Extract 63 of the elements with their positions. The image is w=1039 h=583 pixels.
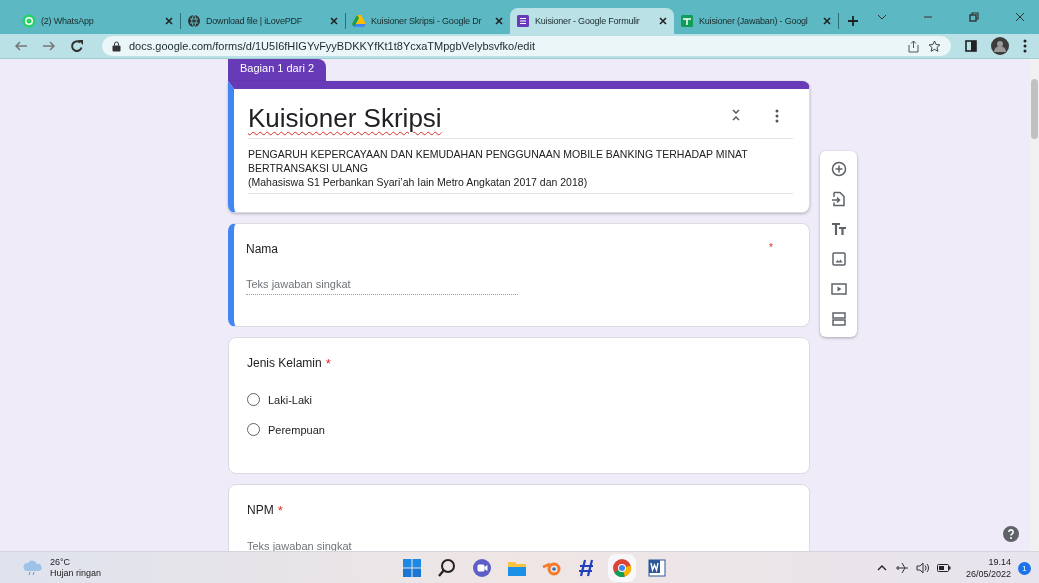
- close-icon[interactable]: [822, 16, 832, 26]
- windows-start-icon[interactable]: [402, 558, 422, 578]
- form-description[interactable]: PENGARUH KEPERCAYAAN DAN KEMUDAHAN PENGGUNAAN MOBILE BANKING TERHADAP MINAT BERTRANSAKSI ULANG (Mahasiswa S1 Perbankan Syari’ah Iain Metro Angkatan 2017 dan 2018): [248, 139, 793, 194]
- new-tab-icon[interactable]: [847, 15, 859, 27]
- more-icon[interactable]: [775, 109, 779, 123]
- triangle-icon: [352, 14, 366, 28]
- cloud-rain-icon: [22, 560, 44, 576]
- browser-tab[interactable]: Kuisioner - Google Formulir: [510, 8, 674, 34]
- clock-date[interactable]: 26/05/2022: [965, 568, 1011, 580]
- search-icon[interactable]: [437, 558, 457, 578]
- notification-badge[interactable]: 1: [1018, 561, 1031, 575]
- option-label: Laki-Laki: [268, 393, 313, 406]
- required-mark: *: [277, 503, 283, 518]
- address-field[interactable]: docs.google.com/forms/d/1U5I6fHIGYvFyyBDKKYfKt1t8YcxaTMpgbVelybsvfko/edit: [102, 36, 951, 56]
- share-icon[interactable]: [907, 39, 920, 53]
- browser-tab[interactable]: Kuisioner Skripsi - Google Dr: [346, 8, 510, 34]
- form-title[interactable]: Kuisioner Skripsi: [248, 103, 711, 134]
- battery-icon[interactable]: [936, 563, 951, 573]
- forward-icon[interactable]: [42, 39, 56, 53]
- form-icon: [516, 14, 530, 28]
- more-icon[interactable]: [1023, 39, 1027, 53]
- option-label: Perempuan: [268, 423, 325, 436]
- required-mark: *: [769, 242, 773, 253]
- question-title: Jenis Kelamin: [247, 356, 322, 370]
- temperature-label: 26°C: [50, 557, 72, 568]
- chat-icon[interactable]: [472, 558, 492, 578]
- add-question-icon[interactable]: [830, 161, 847, 177]
- image-icon[interactable]: [830, 251, 847, 267]
- close-icon[interactable]: [1015, 12, 1025, 22]
- word-icon[interactable]: [647, 558, 667, 578]
- close-icon[interactable]: [164, 16, 174, 26]
- side-panel-icon[interactable]: [965, 40, 977, 52]
- video-icon[interactable]: [830, 281, 847, 297]
- section-icon[interactable]: [830, 311, 847, 327]
- text-format-icon[interactable]: [830, 221, 847, 237]
- spreadsheet-icon: [680, 14, 694, 28]
- lock-icon: [112, 40, 121, 52]
- star-icon[interactable]: [928, 39, 941, 53]
- question-card[interactable]: Nama * Teks jawaban singkat: [228, 223, 810, 327]
- chevron-down-icon[interactable]: [877, 12, 887, 22]
- back-icon[interactable]: [14, 39, 28, 53]
- answer-field: Teks jawaban singkat: [246, 278, 518, 295]
- close-icon[interactable]: [658, 16, 668, 26]
- close-icon[interactable]: [494, 16, 504, 26]
- speaker-icon[interactable]: [915, 561, 930, 575]
- collapse-icon[interactable]: [731, 109, 741, 121]
- required-mark: *: [325, 356, 331, 371]
- browser-tab[interactable]: (2) WhatsApp: [16, 8, 180, 34]
- globe-icon: [187, 14, 201, 28]
- import-icon[interactable]: [830, 191, 847, 207]
- weather-label: Hujan ringan: [50, 568, 102, 579]
- question-title: Nama: [246, 242, 278, 256]
- reload-icon[interactable]: [70, 39, 84, 53]
- question-title: NPM: [247, 503, 274, 517]
- browser-tab[interactable]: Download file | iLovePDF: [181, 8, 345, 34]
- avatar-icon[interactable]: [991, 37, 1009, 55]
- scrollbar[interactable]: [1030, 59, 1039, 551]
- restore-icon[interactable]: [969, 12, 979, 22]
- close-icon[interactable]: [329, 16, 339, 26]
- clock-time[interactable]: 19.14: [965, 556, 1011, 568]
- help-icon[interactable]: [1003, 526, 1019, 542]
- browser-tab[interactable]: Kuisioner (Jawaban) - Googl: [674, 8, 838, 34]
- question-card[interactable]: Jenis Kelamin * Laki-Laki Perempuan: [228, 337, 810, 474]
